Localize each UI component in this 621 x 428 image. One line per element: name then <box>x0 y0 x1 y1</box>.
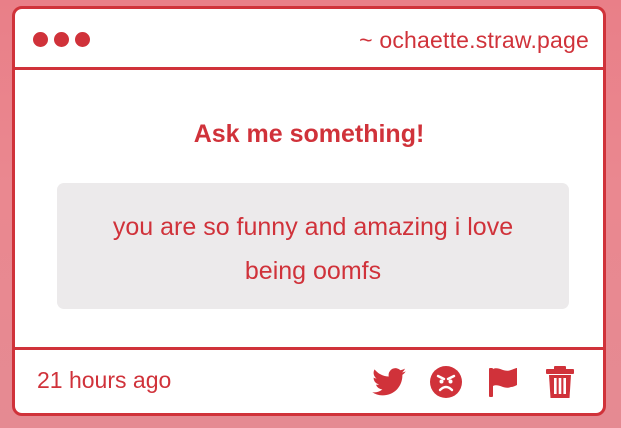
card-header: ~ ochaette.straw.page <box>15 9 603 70</box>
action-bar <box>350 364 578 400</box>
flag-icon <box>489 368 517 397</box>
window-dot <box>54 32 69 47</box>
share-twitter-button[interactable] <box>371 364 407 400</box>
timestamp: 21 hours ago <box>37 367 172 393</box>
delete-button[interactable] <box>542 364 578 400</box>
twitter-icon <box>372 368 406 396</box>
report-button[interactable] <box>485 364 521 400</box>
block-button[interactable] <box>428 364 464 400</box>
question-box: you are so funny and amazing i love bein… <box>57 183 569 309</box>
card-footer: 21 hours ago <box>15 347 603 413</box>
angry-face-icon <box>430 366 462 398</box>
card-content: Ask me something! you are so funny and a… <box>15 70 603 345</box>
page-title: Ask me something! <box>193 120 425 148</box>
window-dot <box>75 32 90 47</box>
trash-icon <box>546 366 574 398</box>
window-dot <box>33 32 48 47</box>
window-dots <box>33 32 90 47</box>
question-text: you are so funny and amazing i love bein… <box>112 213 514 285</box>
ask-card: ~ ochaette.straw.page Ask me something! … <box>12 6 606 416</box>
site-url[interactable]: ~ ochaette.straw.page <box>359 27 589 54</box>
